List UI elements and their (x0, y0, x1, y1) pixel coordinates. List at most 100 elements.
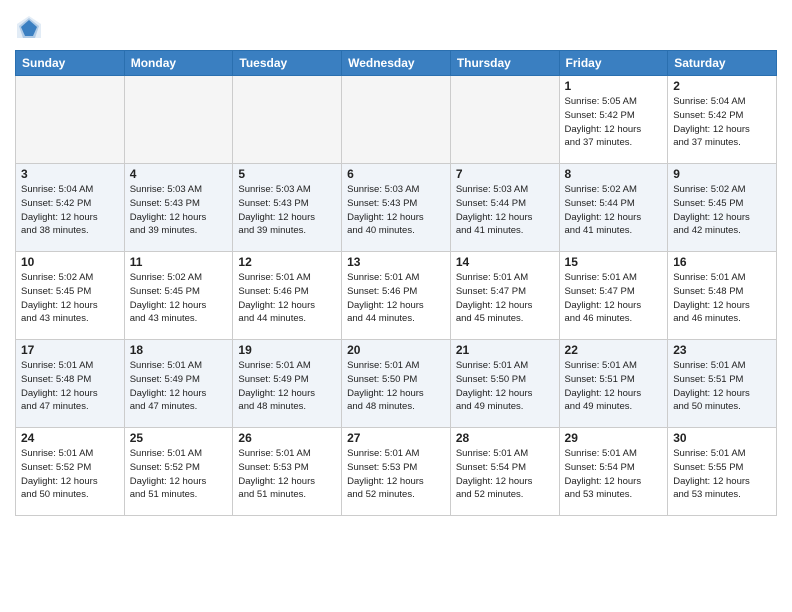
day-number: 25 (130, 431, 228, 445)
day-info: Sunrise: 5:02 AM Sunset: 5:44 PM Dayligh… (565, 183, 663, 238)
day-info: Sunrise: 5:04 AM Sunset: 5:42 PM Dayligh… (21, 183, 119, 238)
calendar-cell (233, 76, 342, 164)
day-info: Sunrise: 5:01 AM Sunset: 5:46 PM Dayligh… (238, 271, 336, 326)
calendar-cell: 29 Sunrise: 5:01 AM Sunset: 5:54 PM Dayli… (559, 428, 668, 516)
day-number: 7 (456, 167, 554, 181)
day-info: Sunrise: 5:03 AM Sunset: 5:43 PM Dayligh… (238, 183, 336, 238)
day-info: Sunrise: 5:01 AM Sunset: 5:55 PM Dayligh… (673, 447, 771, 502)
day-number: 22 (565, 343, 663, 357)
day-info: Sunrise: 5:03 AM Sunset: 5:43 PM Dayligh… (347, 183, 445, 238)
day-number: 17 (21, 343, 119, 357)
day-info: Sunrise: 5:02 AM Sunset: 5:45 PM Dayligh… (21, 271, 119, 326)
header (15, 10, 777, 42)
calendar-cell: 12 Sunrise: 5:01 AM Sunset: 5:46 PM Dayli… (233, 252, 342, 340)
day-number: 8 (565, 167, 663, 181)
calendar-cell (342, 76, 451, 164)
day-info: Sunrise: 5:01 AM Sunset: 5:47 PM Dayligh… (456, 271, 554, 326)
day-number: 5 (238, 167, 336, 181)
day-info: Sunrise: 5:01 AM Sunset: 5:50 PM Dayligh… (456, 359, 554, 414)
day-info: Sunrise: 5:01 AM Sunset: 5:48 PM Dayligh… (673, 271, 771, 326)
calendar-cell: 3 Sunrise: 5:04 AM Sunset: 5:42 PM Daylig… (16, 164, 125, 252)
day-number: 24 (21, 431, 119, 445)
logo (15, 14, 47, 42)
day-number: 16 (673, 255, 771, 269)
day-number: 4 (130, 167, 228, 181)
day-info: Sunrise: 5:02 AM Sunset: 5:45 PM Dayligh… (673, 183, 771, 238)
calendar-cell: 17 Sunrise: 5:01 AM Sunset: 5:48 PM Dayli… (16, 340, 125, 428)
calendar-cell: 8 Sunrise: 5:02 AM Sunset: 5:44 PM Daylig… (559, 164, 668, 252)
calendar-cell: 4 Sunrise: 5:03 AM Sunset: 5:43 PM Daylig… (124, 164, 233, 252)
day-number: 3 (21, 167, 119, 181)
day-info: Sunrise: 5:03 AM Sunset: 5:43 PM Dayligh… (130, 183, 228, 238)
calendar-cell: 1 Sunrise: 5:05 AM Sunset: 5:42 PM Daylig… (559, 76, 668, 164)
day-number: 13 (347, 255, 445, 269)
weekday-header-tuesday: Tuesday (233, 51, 342, 76)
day-info: Sunrise: 5:01 AM Sunset: 5:46 PM Dayligh… (347, 271, 445, 326)
calendar-cell: 14 Sunrise: 5:01 AM Sunset: 5:47 PM Dayli… (450, 252, 559, 340)
calendar-cell: 26Sunrise: 5:01 AM Sunset: 5:53 PM Dayli… (233, 428, 342, 516)
day-info: Sunrise: 5:01 AM Sunset: 5:54 PM Dayligh… (456, 447, 554, 502)
day-info: Sunrise: 5:01 AM Sunset: 5:53 PM Dayligh… (347, 447, 445, 502)
page: SundayMondayTuesdayWednesdayThursdayFrid… (0, 0, 792, 531)
calendar-cell: 24 Sunrise: 5:01 AM Sunset: 5:52 PM Dayli… (16, 428, 125, 516)
day-number: 29 (565, 431, 663, 445)
day-info: Sunrise: 5:01 AM Sunset: 5:48 PM Dayligh… (21, 359, 119, 414)
day-info: Sunrise: 5:01 AM Sunset: 5:52 PM Dayligh… (21, 447, 119, 502)
calendar-week-1: 3 Sunrise: 5:04 AM Sunset: 5:42 PM Daylig… (16, 164, 777, 252)
calendar-body: 1 Sunrise: 5:05 AM Sunset: 5:42 PM Daylig… (16, 76, 777, 516)
day-number: 28 (456, 431, 554, 445)
calendar-cell (16, 76, 125, 164)
calendar-cell (450, 76, 559, 164)
weekday-header-friday: Friday (559, 51, 668, 76)
day-number: 30 (673, 431, 771, 445)
calendar-cell: 25 Sunrise: 5:01 AM Sunset: 5:52 PM Dayli… (124, 428, 233, 516)
day-number: 15 (565, 255, 663, 269)
calendar-cell: 9 Sunrise: 5:02 AM Sunset: 5:45 PM Daylig… (668, 164, 777, 252)
calendar-cell: 21 Sunrise: 5:01 AM Sunset: 5:50 PM Dayli… (450, 340, 559, 428)
calendar-cell: 18Sunrise: 5:01 AM Sunset: 5:49 PM Dayli… (124, 340, 233, 428)
calendar-cell: 11 Sunrise: 5:02 AM Sunset: 5:45 PM Dayli… (124, 252, 233, 340)
weekday-header-monday: Monday (124, 51, 233, 76)
weekday-header-sunday: Sunday (16, 51, 125, 76)
day-number: 1 (565, 79, 663, 93)
calendar-cell: 27 Sunrise: 5:01 AM Sunset: 5:53 PM Dayli… (342, 428, 451, 516)
day-number: 20 (347, 343, 445, 357)
day-number: 23 (673, 343, 771, 357)
day-number: 11 (130, 255, 228, 269)
day-number: 19 (238, 343, 336, 357)
calendar-cell: 28 Sunrise: 5:01 AM Sunset: 5:54 PM Dayli… (450, 428, 559, 516)
day-number: 14 (456, 255, 554, 269)
day-info: Sunrise: 5:01 AM Sunset: 5:51 PM Dayligh… (565, 359, 663, 414)
day-info: Sunrise: 5:01 AM Sunset: 5:54 PM Dayligh… (565, 447, 663, 502)
day-info: Sunrise: 5:01 AM Sunset: 5:50 PM Dayligh… (347, 359, 445, 414)
day-number: 26 (238, 431, 336, 445)
day-info: Sunrise: 5:05 AM Sunset: 5:42 PM Dayligh… (565, 95, 663, 150)
calendar-cell: 23 Sunrise: 5:01 AM Sunset: 5:51 PM Dayli… (668, 340, 777, 428)
calendar-cell: 30 Sunrise: 5:01 AM Sunset: 5:55 PM Dayli… (668, 428, 777, 516)
day-info: Sunrise: 5:01 AM Sunset: 5:51 PM Dayligh… (673, 359, 771, 414)
calendar-header: SundayMondayTuesdayWednesdayThursdayFrid… (16, 51, 777, 76)
weekday-header-wednesday: Wednesday (342, 51, 451, 76)
calendar-cell: 6Sunrise: 5:03 AM Sunset: 5:43 PM Daylig… (342, 164, 451, 252)
calendar-cell: 10 Sunrise: 5:02 AM Sunset: 5:45 PM Dayli… (16, 252, 125, 340)
day-number: 18 (130, 343, 228, 357)
day-number: 10 (21, 255, 119, 269)
day-info: Sunrise: 5:01 AM Sunset: 5:52 PM Dayligh… (130, 447, 228, 502)
day-info: Sunrise: 5:04 AM Sunset: 5:42 PM Dayligh… (673, 95, 771, 150)
calendar-cell (124, 76, 233, 164)
day-number: 21 (456, 343, 554, 357)
calendar-cell: 19 Sunrise: 5:01 AM Sunset: 5:49 PM Dayli… (233, 340, 342, 428)
day-number: 12 (238, 255, 336, 269)
calendar-cell: 7 Sunrise: 5:03 AM Sunset: 5:44 PM Daylig… (450, 164, 559, 252)
calendar-cell: 22 Sunrise: 5:01 AM Sunset: 5:51 PM Dayli… (559, 340, 668, 428)
calendar-table: SundayMondayTuesdayWednesdayThursdayFrid… (15, 50, 777, 516)
day-info: Sunrise: 5:01 AM Sunset: 5:49 PM Dayligh… (238, 359, 336, 414)
logo-icon (15, 14, 43, 42)
day-info: Sunrise: 5:03 AM Sunset: 5:44 PM Dayligh… (456, 183, 554, 238)
day-number: 27 (347, 431, 445, 445)
weekday-row: SundayMondayTuesdayWednesdayThursdayFrid… (16, 51, 777, 76)
calendar-cell: 16 Sunrise: 5:01 AM Sunset: 5:48 PM Dayli… (668, 252, 777, 340)
day-info: Sunrise: 5:02 AM Sunset: 5:45 PM Dayligh… (130, 271, 228, 326)
calendar-cell: 2Sunrise: 5:04 AM Sunset: 5:42 PM Daylig… (668, 76, 777, 164)
day-number: 9 (673, 167, 771, 181)
